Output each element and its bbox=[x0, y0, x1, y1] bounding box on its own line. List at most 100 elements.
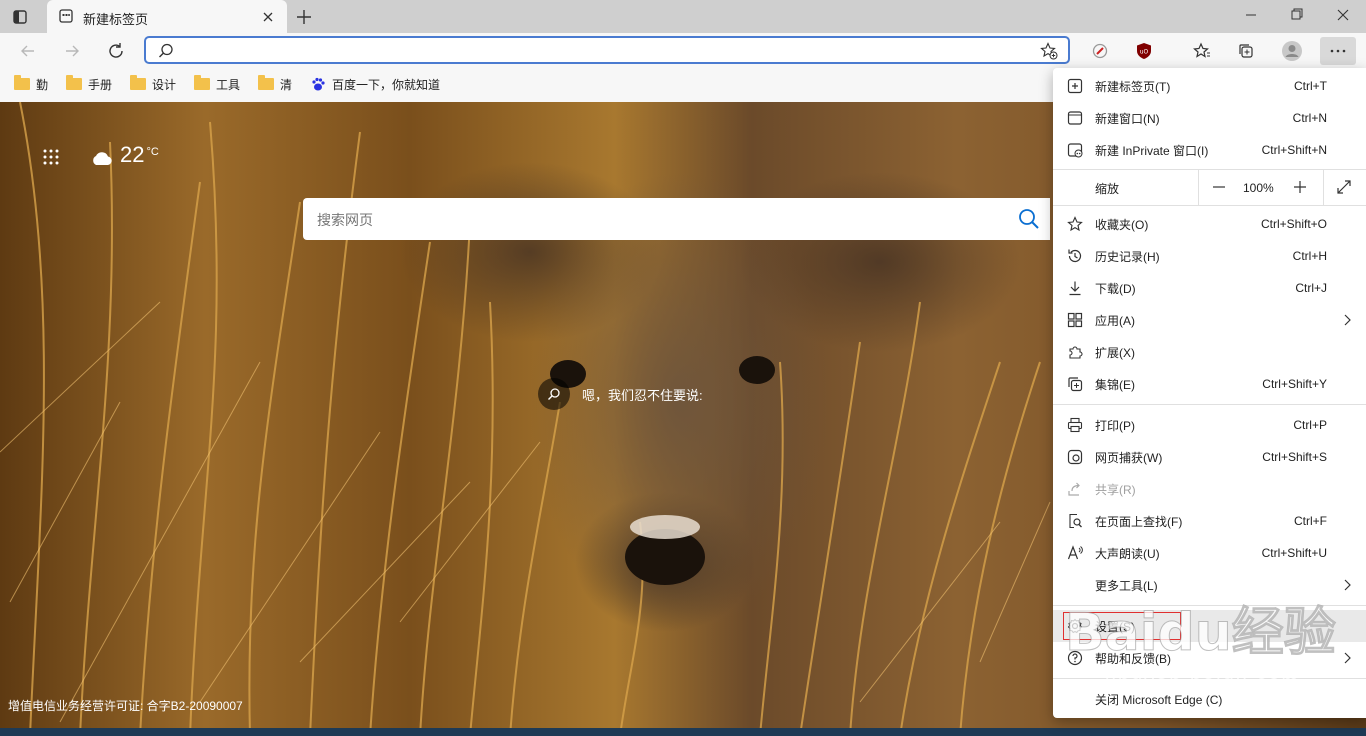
collections-icon bbox=[1067, 376, 1083, 392]
address-input[interactable] bbox=[184, 41, 1028, 61]
web-capture-icon bbox=[1067, 449, 1083, 465]
chevron-right-icon bbox=[1340, 578, 1354, 595]
web-search-box[interactable] bbox=[303, 198, 1050, 240]
weather-widget[interactable]: 22 °C bbox=[90, 142, 159, 168]
close-window-icon[interactable] bbox=[1320, 0, 1366, 30]
ublock-button[interactable]: uO bbox=[1130, 37, 1158, 65]
back-button[interactable] bbox=[14, 37, 42, 65]
find-icon bbox=[1067, 513, 1083, 529]
menu-divider bbox=[1053, 605, 1366, 606]
favorite-folder[interactable]: 勤 bbox=[14, 75, 48, 92]
image-caption[interactable]: 嗯，我们忍不住要说: bbox=[538, 378, 703, 410]
menu-item-downloads[interactable]: 下载(D) Ctrl+J bbox=[1053, 272, 1366, 304]
collections-icon bbox=[1239, 44, 1253, 58]
menu-item-find-on-page[interactable]: 在页面上查找(F) Ctrl+F bbox=[1053, 505, 1366, 537]
print-icon bbox=[1067, 417, 1083, 433]
folder-icon bbox=[194, 75, 210, 90]
tab-actions-icon[interactable] bbox=[10, 7, 30, 27]
history-icon bbox=[1067, 248, 1083, 264]
collections-button[interactable] bbox=[1232, 37, 1260, 65]
read-aloud-icon bbox=[1067, 545, 1083, 561]
zoom-label: 缩放 bbox=[1095, 182, 1120, 196]
weather-unit: °C bbox=[146, 146, 159, 158]
favorite-folder[interactable]: 手册 bbox=[66, 75, 112, 92]
help-icon bbox=[1067, 650, 1083, 666]
settings-highlight-box bbox=[1063, 612, 1181, 640]
back-arrow-icon bbox=[21, 45, 34, 57]
cloud-icon bbox=[93, 152, 112, 165]
download-icon bbox=[1067, 280, 1083, 296]
restore-icon[interactable] bbox=[1274, 0, 1320, 30]
menu-item-new-window[interactable]: 新建窗口(N) Ctrl+N bbox=[1053, 102, 1366, 134]
apps-icon bbox=[1067, 312, 1083, 328]
settings-and-more-menu: 新建标签页(T) Ctrl+T 新建窗口(N) Ctrl+N 新建 InPriv… bbox=[1053, 68, 1366, 718]
menu-item-new-inprivate-window[interactable]: 新建 InPrivate 窗口(I) Ctrl+Shift+N bbox=[1053, 134, 1366, 166]
apps-launcher-icon[interactable] bbox=[42, 148, 60, 166]
license-text[interactable]: 增值电信业务经营许可证: 合字B2-20090007 bbox=[8, 697, 243, 714]
tab-title: 新建标签页 bbox=[83, 12, 149, 27]
menu-item-more-tools[interactable]: 更多工具(L) bbox=[1053, 569, 1366, 601]
favorite-folder[interactable]: 工具 bbox=[194, 75, 240, 92]
favorites-button[interactable] bbox=[1188, 37, 1216, 65]
refresh-icon bbox=[109, 43, 123, 58]
menu-item-history[interactable]: 历史记录(H) Ctrl+H bbox=[1053, 240, 1366, 272]
more-dots-icon bbox=[1330, 49, 1346, 53]
menu-item-favorites[interactable]: 收藏夹(O) Ctrl+Shift+O bbox=[1053, 208, 1366, 240]
share-icon bbox=[1067, 481, 1083, 497]
taskbar bbox=[0, 728, 1366, 736]
caption-text: 嗯，我们忍不住要说: bbox=[582, 387, 703, 403]
extension-button-1[interactable] bbox=[1086, 37, 1114, 65]
inprivate-icon bbox=[1067, 142, 1083, 158]
zoom-value: 100% bbox=[1243, 181, 1274, 195]
favorites-icon bbox=[1067, 216, 1083, 232]
chevron-right-icon bbox=[1340, 651, 1354, 668]
baidu-paw-icon bbox=[312, 77, 325, 91]
menu-item-collections[interactable]: 集锦(E) Ctrl+Shift+Y bbox=[1053, 368, 1366, 400]
refresh-button[interactable] bbox=[102, 37, 130, 65]
zoom-divider bbox=[1198, 169, 1199, 205]
folder-icon bbox=[130, 75, 146, 90]
zoom-divider bbox=[1323, 169, 1324, 205]
menu-item-share: 共享(R) bbox=[1053, 473, 1366, 505]
menu-item-web-capture[interactable]: 网页捕获(W) Ctrl+Shift+S bbox=[1053, 441, 1366, 473]
favorite-link-baidu[interactable]: 百度一下，你就知道 bbox=[310, 76, 440, 92]
forward-arrow-icon bbox=[66, 45, 79, 57]
menu-item-print[interactable]: 打印(P) Ctrl+P bbox=[1053, 409, 1366, 441]
menu-item-apps[interactable]: 应用(A) bbox=[1053, 304, 1366, 336]
svg-text:uO: uO bbox=[1140, 49, 1149, 56]
fullscreen-icon[interactable] bbox=[1336, 179, 1352, 195]
favorites-star-icon bbox=[1193, 42, 1210, 58]
tab-new-tab[interactable]: 新建标签页 bbox=[47, 0, 287, 33]
chevron-right-icon bbox=[1340, 313, 1354, 330]
new-window-icon bbox=[1067, 110, 1083, 126]
menu-divider bbox=[1053, 205, 1366, 206]
add-favorite-icon[interactable] bbox=[1040, 42, 1058, 63]
weather-temperature: 22 bbox=[120, 142, 145, 167]
folder-icon bbox=[258, 75, 274, 90]
folder-icon bbox=[66, 75, 82, 90]
zoom-in-icon[interactable] bbox=[1292, 179, 1308, 195]
address-bar[interactable] bbox=[144, 36, 1070, 64]
new-tab-button[interactable] bbox=[292, 6, 316, 28]
web-search-input[interactable] bbox=[315, 209, 999, 231]
menu-item-new-tab[interactable]: 新建标签页(T) Ctrl+T bbox=[1053, 70, 1366, 102]
favorite-folder[interactable]: 清 bbox=[258, 75, 292, 92]
new-tab-icon bbox=[1067, 78, 1083, 94]
search-icon bbox=[158, 43, 174, 62]
ublock-shield-icon: uO bbox=[1137, 43, 1151, 59]
favorite-folder[interactable]: 设计 bbox=[130, 75, 176, 92]
new-tab-page-icon bbox=[59, 9, 73, 23]
minimize-icon[interactable] bbox=[1228, 0, 1274, 30]
search-icon[interactable] bbox=[1018, 208, 1040, 233]
toolbar: uO bbox=[0, 33, 1366, 69]
zoom-out-icon[interactable] bbox=[1211, 179, 1227, 195]
menu-item-extensions[interactable]: 扩展(X) bbox=[1053, 336, 1366, 368]
close-tab-icon[interactable] bbox=[260, 9, 276, 25]
forward-button[interactable] bbox=[58, 37, 86, 65]
profile-button[interactable] bbox=[1278, 37, 1306, 65]
settings-and-more-button[interactable] bbox=[1320, 37, 1356, 65]
menu-item-read-aloud[interactable]: 大声朗读(U) Ctrl+Shift+U bbox=[1053, 537, 1366, 569]
menu-item-help-and-feedback[interactable]: 帮助和反馈(B) bbox=[1053, 642, 1366, 674]
extensions-icon bbox=[1067, 344, 1083, 360]
image-search-icon[interactable] bbox=[538, 378, 570, 410]
